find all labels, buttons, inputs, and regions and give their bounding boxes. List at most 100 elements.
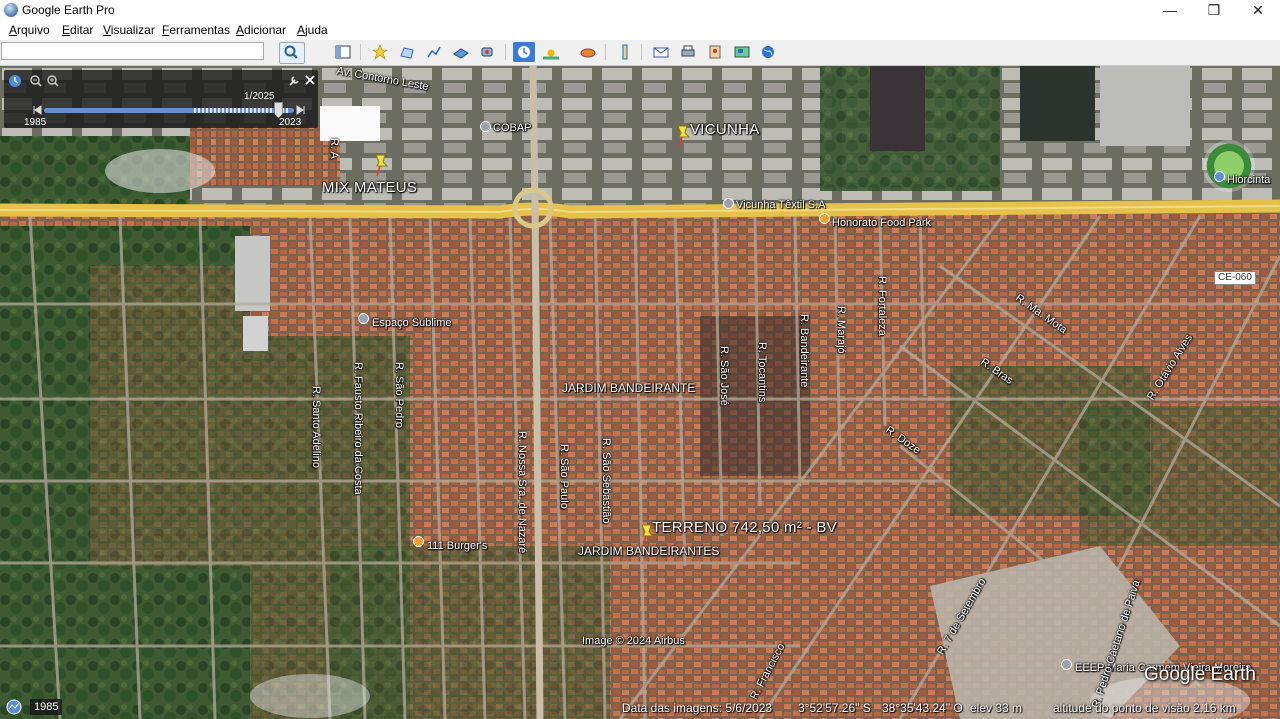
street-tocantins: R. Tocantins bbox=[756, 342, 768, 403]
slider-start-year: 1985 bbox=[24, 117, 47, 128]
slider-current-date: 1/2025 bbox=[244, 91, 275, 102]
menu-arquivo[interactable]: Arquivo bbox=[9, 23, 50, 37]
poi-marker[interactable] bbox=[819, 213, 830, 224]
add-polygon-button[interactable] bbox=[396, 42, 418, 62]
poi-cobap[interactable]: COBAP bbox=[493, 122, 532, 134]
street-marajo: R. Marajó bbox=[835, 306, 847, 354]
pushpin-icon[interactable] bbox=[372, 153, 392, 177]
poi-honorato[interactable]: Honorato Food Park bbox=[832, 217, 931, 229]
street-bandeirante: R. Bandeirante bbox=[798, 314, 810, 388]
longitude: 38°35'43.24" O bbox=[882, 701, 963, 715]
elevation: elev 33 m bbox=[970, 701, 1023, 715]
view-in-maps-icon bbox=[734, 46, 750, 58]
restore-button[interactable]: ❐ bbox=[1192, 0, 1236, 21]
slider-end-year: 2023 bbox=[279, 117, 302, 128]
add-polygon-icon bbox=[400, 47, 414, 59]
poi-marker[interactable] bbox=[1214, 171, 1225, 182]
poi-vicunha-textil[interactable]: Vicunha Têxtil S.A bbox=[736, 199, 825, 211]
poi-marker[interactable] bbox=[480, 121, 491, 132]
add-image-overlay-button[interactable] bbox=[450, 42, 472, 62]
sidebar-toggle-button[interactable] bbox=[332, 42, 354, 62]
toolbar-divider bbox=[641, 44, 642, 60]
placemark-terreno[interactable]: TERRENO 742,50 m² - BV bbox=[652, 519, 837, 536]
street-fortaleza: R. Fortaleza bbox=[876, 276, 888, 336]
ruler-icon bbox=[622, 44, 628, 60]
historical-imagery-button[interactable] bbox=[513, 42, 535, 62]
imagery-copyright: Image © 2024 Airbus bbox=[582, 635, 685, 647]
poi-hiorcinta[interactable]: Hiorcinta bbox=[1227, 174, 1270, 186]
search-input[interactable] bbox=[1, 42, 264, 60]
historical-imagery-icon bbox=[518, 46, 530, 58]
title-bar: Google Earth Pro — ❐ ✕ bbox=[0, 0, 1280, 21]
earth-view-icon bbox=[762, 46, 774, 58]
menu-bar: Arquivo Editar Visualizar Ferramentas Ad… bbox=[0, 21, 1280, 41]
step-back-icon[interactable] bbox=[32, 105, 42, 115]
toolbar-divider bbox=[505, 44, 506, 60]
toolbar-divider bbox=[605, 44, 606, 60]
menu-ajuda[interactable]: Ajuda bbox=[297, 23, 328, 37]
neighborhood-label-upper: JARDIM BANDEIRANTE bbox=[562, 381, 696, 395]
placemark-vicunha[interactable]: VICUNHA bbox=[690, 121, 760, 138]
google-earth-app-icon bbox=[4, 3, 18, 17]
sunlight-icon bbox=[543, 49, 559, 60]
street-ra: R. A bbox=[328, 138, 340, 159]
add-path-button[interactable] bbox=[423, 42, 445, 62]
email-icon bbox=[653, 47, 669, 58]
search-button[interactable] bbox=[279, 42, 305, 64]
clock-icon bbox=[9, 75, 21, 87]
print-icon bbox=[681, 45, 695, 57]
sidebar-toggle-icon bbox=[335, 45, 351, 59]
poi-marker[interactable] bbox=[723, 198, 734, 209]
print-button[interactable] bbox=[677, 42, 699, 62]
street-nossa-senhora: R. Nossa Sra. de Nazaré bbox=[516, 431, 528, 554]
latitude: 3°52'57.26" S bbox=[798, 701, 871, 715]
historical-imagery-slider[interactable]: 1/2025 1985 2023 bbox=[4, 70, 318, 128]
earth-view-button[interactable] bbox=[757, 42, 779, 62]
menu-ferramentas[interactable]: Ferramentas bbox=[162, 23, 230, 37]
sunlight-button[interactable] bbox=[540, 42, 562, 62]
menu-visualizar[interactable]: Visualizar bbox=[103, 23, 155, 37]
poi-marker[interactable] bbox=[358, 313, 369, 324]
save-image-button[interactable] bbox=[704, 42, 726, 62]
zoom-in-icon[interactable] bbox=[46, 74, 60, 88]
slider-thumb[interactable] bbox=[274, 102, 283, 118]
poi-marker[interactable] bbox=[413, 536, 424, 547]
zoom-out-icon[interactable] bbox=[29, 74, 43, 88]
street-sao-jose: R. São José bbox=[718, 346, 730, 406]
planets-button[interactable] bbox=[577, 42, 599, 62]
status-bar: Data das imagens: 5/6/2023 3°52'57.26" S… bbox=[0, 697, 1280, 719]
image-date: Data das imagens: 5/6/2023 bbox=[622, 701, 773, 715]
add-image-overlay-icon bbox=[453, 48, 469, 59]
poi-marker[interactable] bbox=[1061, 659, 1072, 670]
toolbar-divider bbox=[360, 44, 361, 60]
close-button[interactable]: ✕ bbox=[1236, 0, 1280, 21]
poi-espaco-sublime[interactable]: Espaço Sublime bbox=[372, 317, 452, 329]
toolbar bbox=[0, 40, 1280, 66]
planets-icon bbox=[580, 48, 596, 58]
poi-burgers[interactable]: 111 Burger's bbox=[427, 540, 487, 552]
menu-adicionar[interactable]: Adicionar bbox=[236, 23, 286, 37]
email-button[interactable] bbox=[650, 42, 672, 62]
add-path-icon bbox=[427, 46, 441, 58]
record-tour-button[interactable] bbox=[477, 42, 499, 62]
street-fausto: R. Fausto Ribeiro da Costa bbox=[352, 362, 364, 495]
ruler-button[interactable] bbox=[614, 42, 636, 62]
street-sao-sebastiao: R. São Sebastião bbox=[600, 438, 612, 524]
view-in-maps-button[interactable] bbox=[731, 42, 753, 62]
save-image-icon bbox=[709, 45, 721, 59]
highway-badge-ce060: CE-060 bbox=[1214, 271, 1256, 285]
street-sao-pedro: R. São Pedro bbox=[393, 362, 405, 429]
wrench-icon[interactable] bbox=[287, 74, 301, 88]
neighborhood-label-lower: JARDIM BANDEIRANTES bbox=[578, 544, 720, 558]
window-title: Google Earth Pro bbox=[22, 3, 115, 17]
google-earth-logo: Google Earth bbox=[1144, 664, 1256, 685]
menu-editar[interactable]: Editar bbox=[62, 23, 93, 37]
minimize-button[interactable]: — bbox=[1148, 0, 1192, 21]
close-slider-icon[interactable] bbox=[304, 74, 316, 86]
add-placemark-button[interactable] bbox=[369, 42, 391, 62]
map-view[interactable]: 1/2025 1985 2023 MIX MATEUS VICUNHA TERR… bbox=[0, 66, 1280, 719]
record-tour-icon bbox=[481, 47, 493, 57]
placemark-mix-mateus[interactable]: MIX MATEUS bbox=[322, 179, 417, 196]
eye-altitude: altitude do ponto de visão 2.16 km bbox=[1053, 701, 1236, 715]
step-forward-icon[interactable] bbox=[296, 105, 306, 115]
